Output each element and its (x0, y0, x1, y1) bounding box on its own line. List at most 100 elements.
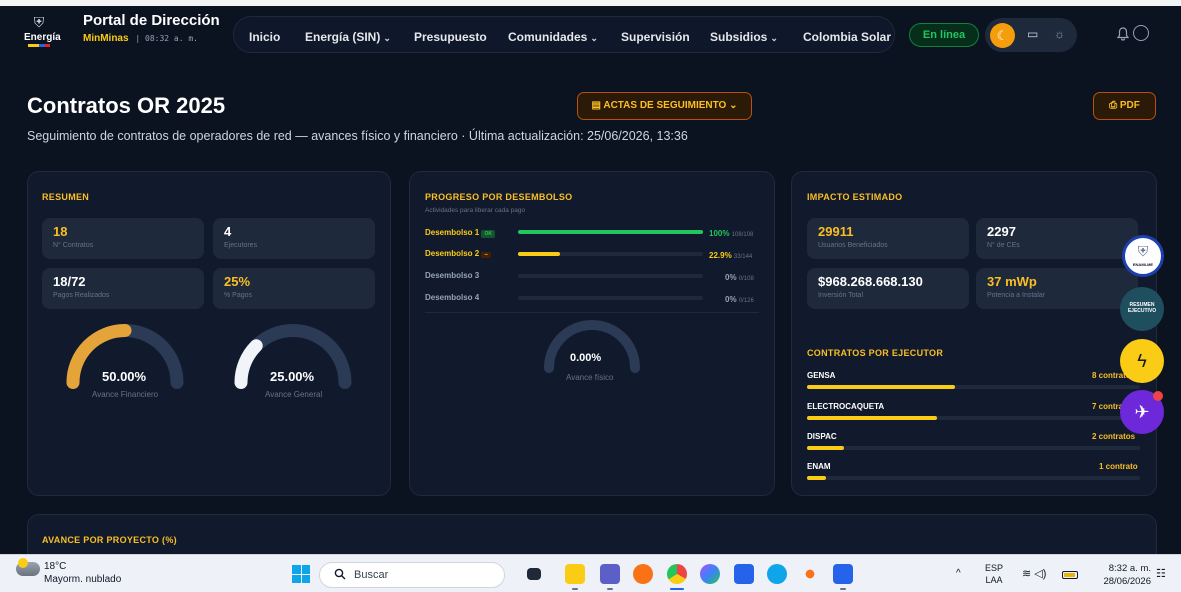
portal-clock: | 08:32 a. m. (135, 34, 198, 43)
resumen-title: RESUMEN (42, 192, 90, 202)
resumen-ejecutivo-button[interactable]: RESUMEN EJECUTIVO (1120, 287, 1164, 331)
energia-logo[interactable]: ⛨ Energía (24, 14, 61, 48)
file-explorer-icon[interactable] (565, 564, 585, 584)
bell-icon[interactable] (1116, 27, 1130, 44)
moon-icon[interactable]: ☾ (990, 23, 1015, 48)
chrome-icon[interactable] (667, 564, 687, 584)
lang-code: ESP (985, 563, 1004, 573)
nav-label: Presupuesto (414, 30, 487, 44)
pdf-button[interactable]: ⎙ PDF (1093, 92, 1156, 120)
pct-value: 0% (725, 273, 737, 282)
stat-potencia: 37 mWp Potencia a Instalar (976, 268, 1138, 309)
user-account-icon[interactable] (1133, 25, 1149, 41)
stat-ces: 2297 N° de CEs (976, 218, 1138, 259)
progreso-subtitle: Actividades para liberar cada pago (425, 207, 526, 214)
weather-temp[interactable]: 18°C (44, 561, 66, 572)
windows-taskbar (0, 554, 1181, 592)
claude-icon[interactable] (800, 564, 820, 584)
stat-value: $968.268.668.130 (818, 274, 923, 289)
stat-usuarios: 29911 Usuarios Beneficiados (807, 218, 969, 259)
ejecutor-name: ELECTROCAQUETA (807, 402, 885, 411)
desembolso-label: Desembolso 3 (425, 271, 479, 280)
ok-badge: OK (481, 230, 495, 238)
nav-supervision[interactable]: Supervisión (621, 30, 690, 44)
firefox-icon[interactable] (633, 564, 653, 584)
bolt-icon[interactable]: ϟ (1120, 339, 1164, 383)
chevron-up-icon[interactable]: ^ (956, 568, 961, 579)
ejecutor-track (807, 385, 1140, 389)
stat-inversion: $968.268.668.130 Inversión Total (807, 268, 969, 309)
pct-detail: 108/108 (731, 232, 754, 238)
ejecutor-track (807, 476, 1140, 480)
taskbar-search[interactable]: Buscar (319, 562, 505, 588)
nav-comunidades[interactable]: Comunidades ⌄ (508, 30, 598, 44)
ejecutor-name: GENSA (807, 371, 836, 380)
stat-label: N° Contratos (53, 242, 94, 249)
notification-icon[interactable]: ☷ (1156, 567, 1166, 580)
stat-porcentaje-pagos: 25% % Pagos (213, 268, 375, 309)
task-view-icon[interactable] (527, 568, 541, 580)
stat-value: 25% (224, 274, 251, 289)
desembolso-name: Desembolso 2 (425, 249, 480, 258)
desembolso-fill (518, 252, 561, 256)
weather-icon[interactable] (16, 558, 40, 576)
ejecutor-track (807, 416, 1140, 420)
stat-ejecutores: 4 Ejecutores (213, 218, 375, 259)
monitor-icon[interactable]: ▭ (1027, 27, 1038, 41)
actas-seguimiento-button[interactable]: ▤ ACTAS DE SEGUIMIENTO ⌄ (577, 92, 752, 120)
battery-icon[interactable] (1062, 571, 1078, 579)
ejecutor-name: ENAM (807, 462, 831, 471)
wifi-sound-icons[interactable]: ≋ ◁) (1022, 567, 1046, 580)
gauge-label: Avance Financiero (92, 390, 159, 399)
shield-icon: ⛨ (33, 14, 45, 30)
nav-label: Energía (SIN) (305, 30, 381, 44)
shield-icon: ⛨ (1137, 243, 1149, 259)
copilot-icon[interactable] (700, 564, 720, 584)
pending-badge: – (481, 252, 491, 258)
nav-subsidios[interactable]: Subsidios ⌄ (710, 30, 778, 44)
stat-value: 29911 (818, 224, 854, 239)
stat-label: Pagos Realizados (53, 292, 110, 299)
clock-time: 08:32 a. m. (145, 34, 198, 43)
desembolso-track (518, 252, 703, 256)
nav-colombia-solar[interactable]: Colombia Solar (803, 30, 891, 44)
clock-date: 28/06/2026 (1103, 576, 1151, 587)
nav-energia[interactable]: Energía (SIN) ⌄ (305, 30, 391, 44)
word-icon[interactable] (833, 564, 853, 584)
system-clock[interactable]: 8:32 a. m. 28/06/2026 (1093, 562, 1151, 588)
notification-dot (1153, 391, 1163, 401)
gauge-label: Avance General (265, 390, 323, 399)
nav-inicio[interactable]: Inicio (249, 30, 280, 44)
separator: | (135, 34, 141, 43)
desembolso-name: Desembolso 3 (425, 271, 480, 280)
page-subtitle: Seguimiento de contratos de operadores d… (27, 129, 688, 143)
nav-label: Comunidades (508, 30, 588, 44)
stat-label: Potencia a Instalar (987, 292, 1045, 299)
edge-icon[interactable] (767, 564, 787, 584)
windows-start-icon[interactable] (292, 565, 310, 583)
weather-desc[interactable]: Mayorm. nublado (44, 574, 121, 585)
gauge-value: 50.00% (102, 369, 147, 384)
pct-value: 0% (725, 295, 737, 304)
sun-icon[interactable]: ☼ (1054, 27, 1065, 41)
teams-icon[interactable] (600, 564, 620, 584)
portal-subtitle: MinMinas | 08:32 a. m. (83, 33, 198, 44)
avance-proyecto-title: AVANCE POR PROYECTO (%) (42, 535, 177, 545)
desembolso-name: Desembolso 4 (425, 293, 480, 302)
desembolso-track (518, 230, 703, 234)
pct-value: 100% (709, 229, 730, 238)
contratos-ejecutor-title: CONTRATOS POR EJECUTOR (807, 348, 944, 358)
ejecutor-count: 2 contratos (1092, 432, 1136, 441)
stat-value: 37 mWp (987, 274, 1037, 289)
calendar-icon[interactable] (734, 564, 754, 584)
stat-pagos-realizados: 18/72 Pagos Realizados (42, 268, 204, 309)
language-indicator[interactable]: ESP LAA (985, 562, 1003, 586)
online-status-badge: En línea (909, 23, 979, 47)
desembolso-label: Desembolso 1 OK (425, 228, 495, 238)
clock-time: 8:32 a. m. (1108, 563, 1151, 574)
nav-presupuesto[interactable]: Presupuesto (414, 30, 487, 44)
gauge-value: 25.00% (270, 369, 315, 384)
stat-label: Ejecutores (224, 242, 258, 249)
running-indicator (840, 588, 846, 590)
enamlme-button[interactable]: ⛨ ENAMLME (1122, 235, 1164, 277)
